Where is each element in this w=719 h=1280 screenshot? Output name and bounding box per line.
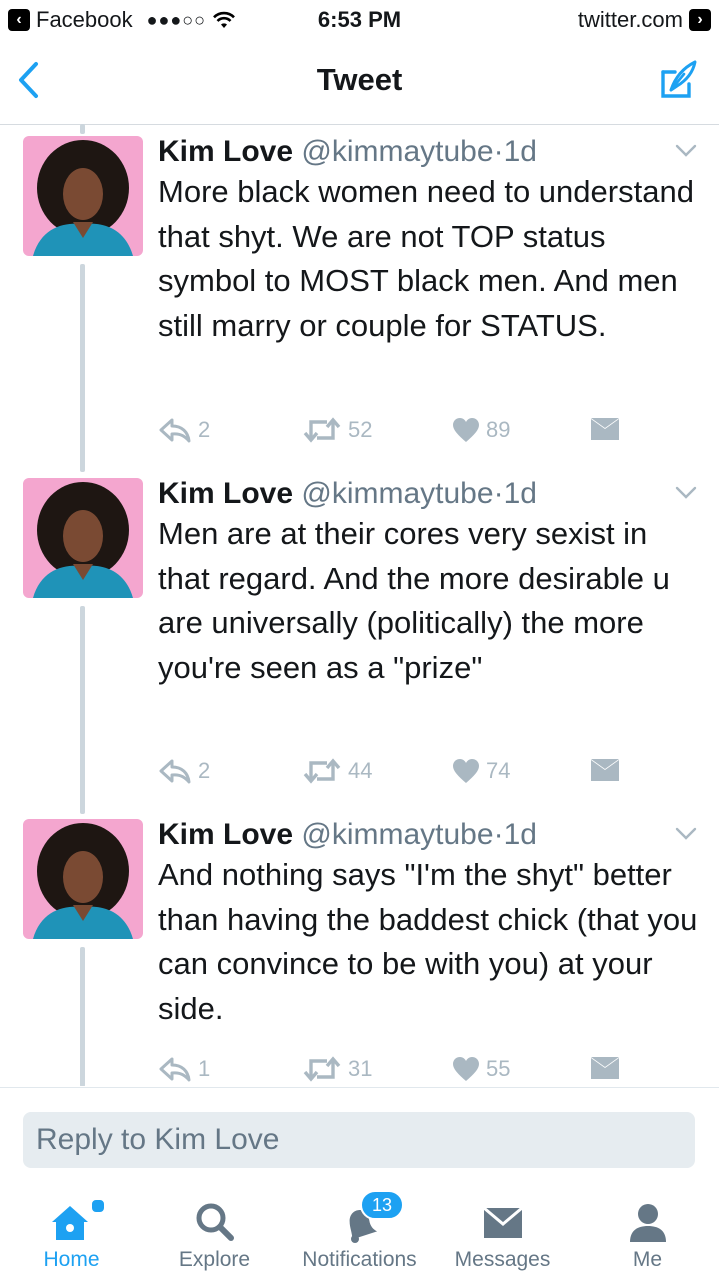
tweet[interactable]: Kim Love @kimmaytube·1d And nothing says… (0, 807, 719, 1086)
new-content-indicator (90, 1198, 106, 1214)
author-handle[interactable]: @kimmaytube (301, 477, 493, 510)
retweet-count: 52 (348, 417, 373, 442)
reply-icon (159, 418, 191, 443)
like-count: 74 (486, 758, 511, 783)
like-button[interactable]: 89 (452, 417, 510, 443)
tweet[interactable]: Kim Love @kimmaytube·1d Men are at their… (0, 466, 719, 807)
tab-explore[interactable]: Explore (143, 1190, 286, 1280)
reply-count: 2 (198, 758, 211, 783)
tab-home[interactable]: Home (0, 1190, 143, 1280)
retweet-button[interactable]: 52 (302, 417, 372, 443)
forward-arrow-icon: › (689, 9, 711, 31)
search-icon (196, 1203, 234, 1241)
tab-me-label: Me (632, 1248, 663, 1271)
tab-notifications[interactable]: 13 Notifications (288, 1190, 431, 1280)
separator: · (493, 818, 504, 851)
heart-icon (453, 418, 479, 442)
tweet-actions: 2 44 74 (158, 758, 628, 788)
like-count: 89 (486, 417, 511, 442)
chevron-down-icon[interactable] (675, 144, 697, 158)
tweet-thread: Kim Love @kimmaytube·1d More black women… (0, 124, 719, 1086)
like-button[interactable]: 74 (452, 758, 510, 784)
timestamp: 1d (503, 477, 537, 510)
retweet-icon (303, 758, 341, 784)
separator: · (493, 477, 504, 510)
avatar[interactable] (23, 819, 143, 939)
tweet-text: And nothing says "I'm the shyt" better t… (158, 857, 698, 1026)
reply-icon (159, 1057, 191, 1082)
status-bar: ‹ Facebook ●●●○○ 6:53 PM twitter.com › (0, 0, 719, 40)
tab-messages[interactable]: Messages (431, 1190, 574, 1280)
like-count: 55 (486, 1056, 511, 1081)
profile-icon (629, 1204, 666, 1242)
nav-bar: Tweet (0, 40, 719, 125)
heart-icon (453, 1057, 479, 1081)
like-button[interactable]: 55 (452, 1056, 510, 1082)
notifications-badge: 13 (360, 1190, 404, 1220)
direct-message-button[interactable] (590, 758, 620, 782)
reply-button[interactable]: 2 (158, 417, 210, 443)
retweet-count: 31 (348, 1056, 373, 1081)
envelope-icon (482, 1206, 523, 1238)
envelope-icon (591, 1057, 619, 1079)
reply-bar: Reply to Kim Love (0, 1087, 719, 1188)
tab-home-label: Home (43, 1248, 100, 1271)
reply-count: 2 (198, 417, 211, 442)
domain-label: twitter.com (577, 7, 683, 32)
timestamp: 1d (503, 818, 537, 851)
reply-input[interactable]: Reply to Kim Love (23, 1112, 695, 1168)
compose-tweet-icon[interactable] (657, 58, 699, 102)
tweet-actions: 2 52 89 (158, 417, 628, 447)
reply-button[interactable]: 2 (158, 758, 210, 784)
envelope-icon (591, 418, 619, 440)
home-icon (51, 1206, 88, 1240)
reply-count: 1 (198, 1056, 211, 1081)
heart-icon (453, 759, 479, 783)
retweet-icon (303, 417, 341, 443)
direct-message-button[interactable] (590, 1056, 620, 1080)
envelope-icon (591, 759, 619, 781)
page-title: Tweet (316, 62, 403, 97)
tweet[interactable]: Kim Love @kimmaytube·1d More black women… (0, 124, 719, 465)
tweet-actions: 1 31 55 (158, 1056, 628, 1086)
chevron-down-icon[interactable] (675, 486, 697, 500)
avatar-image (23, 136, 143, 256)
tab-messages-label: Messages (454, 1248, 551, 1271)
reply-button[interactable]: 1 (158, 1056, 210, 1082)
avatar-image (23, 478, 143, 598)
author-name[interactable]: Kim Love (158, 477, 293, 510)
avatar-image (23, 819, 143, 939)
separator: · (493, 135, 504, 168)
author-name[interactable]: Kim Love (158, 818, 293, 851)
direct-message-button[interactable] (590, 417, 620, 441)
retweet-icon (303, 1056, 341, 1082)
author-handle[interactable]: @kimmaytube (301, 135, 493, 168)
chevron-down-icon[interactable] (675, 827, 697, 841)
tab-bar: Home Explore 13 Notifications Messages M… (0, 1190, 719, 1280)
author-handle[interactable]: @kimmaytube (301, 818, 493, 851)
tab-me[interactable]: Me (576, 1190, 719, 1280)
avatar[interactable] (23, 136, 143, 256)
retweet-button[interactable]: 44 (302, 758, 372, 784)
retweet-count: 44 (348, 758, 373, 783)
retweet-button[interactable]: 31 (302, 1056, 372, 1082)
tab-explore-label: Explore (178, 1248, 251, 1271)
forward-to-site[interactable]: twitter.com › (578, 7, 711, 33)
tweet-text: More black women need to understand that… (158, 174, 694, 343)
reply-icon (159, 759, 191, 784)
author-name[interactable]: Kim Love (158, 135, 293, 168)
tweet-text: Men are at their cores very sexist in th… (158, 516, 670, 685)
avatar[interactable] (23, 478, 143, 598)
tab-notifications-label: Notifications (302, 1248, 417, 1271)
timestamp: 1d (503, 135, 537, 168)
